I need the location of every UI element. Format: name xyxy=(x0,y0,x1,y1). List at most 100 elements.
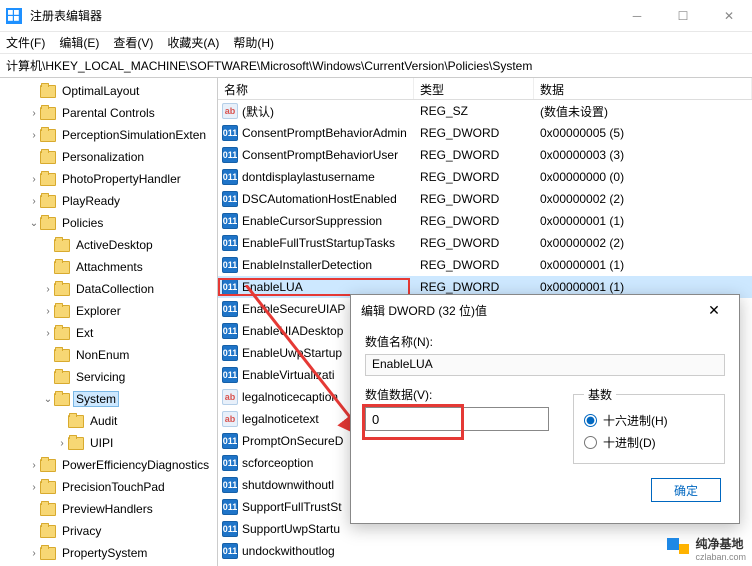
tree-item[interactable]: Servicing xyxy=(0,366,217,388)
value-row[interactable]: 011ConsentPromptBehaviorAdminREG_DWORD0x… xyxy=(218,122,752,144)
tree-item[interactable]: ⌄ Policies xyxy=(0,212,217,234)
tree-item-label: OptimalLayout xyxy=(60,84,141,98)
tree-item[interactable]: ›PlayReady xyxy=(0,190,217,212)
chevron-icon[interactable]: › xyxy=(42,306,54,317)
chevron-icon[interactable]: › xyxy=(28,174,40,185)
value-row[interactable]: 011EnableCursorSuppressionREG_DWORD0x000… xyxy=(218,210,752,232)
tree-item[interactable]: ›Ext xyxy=(0,322,217,344)
tree-item[interactable]: Audit xyxy=(0,410,217,432)
chevron-icon[interactable]: › xyxy=(42,284,54,295)
tree-item[interactable]: ActiveDesktop xyxy=(0,234,217,256)
value-name: (默认) xyxy=(242,103,274,120)
value-name: EnableCursorSuppression xyxy=(242,214,382,228)
close-button[interactable]: ✕ xyxy=(706,0,752,32)
value-data-input[interactable] xyxy=(365,407,549,431)
string-value-icon: ab xyxy=(222,103,238,119)
folder-icon xyxy=(54,261,70,274)
tree-item[interactable]: › Explorer xyxy=(0,300,217,322)
tree-item[interactable]: ›PhotoPropertyHandler xyxy=(0,168,217,190)
tree-item[interactable]: › PowerEfficiencyDiagnostics xyxy=(0,454,217,476)
chevron-icon[interactable]: › xyxy=(28,548,40,559)
tree-item-label: System xyxy=(74,392,118,406)
chevron-icon[interactable]: › xyxy=(42,328,54,339)
chevron-icon[interactable]: ⌄ xyxy=(28,218,40,229)
folder-icon xyxy=(40,481,56,494)
value-name: legalnoticecaption xyxy=(242,390,338,404)
tree-item[interactable]: ›PropertySystem xyxy=(0,542,217,564)
value-row[interactable]: 011EnableFullTrustStartupTasksREG_DWORD0… xyxy=(218,232,752,254)
tree-item[interactable]: ›PrecisionTouchPad xyxy=(0,476,217,498)
maximize-button[interactable]: ☐ xyxy=(660,0,706,32)
chevron-icon[interactable]: › xyxy=(56,438,68,449)
tree-item-label: Policies xyxy=(60,216,105,230)
dialog-close-button[interactable]: ✕ xyxy=(699,295,729,325)
minimize-button[interactable]: ─ xyxy=(614,0,660,32)
tree-item[interactable]: Personalization xyxy=(0,146,217,168)
binary-value-icon: 011 xyxy=(222,499,238,515)
tree-item-label: NonEnum xyxy=(74,348,131,362)
ok-button[interactable]: 确定 xyxy=(651,478,721,502)
chevron-icon[interactable]: › xyxy=(28,196,40,207)
tree-item[interactable]: ›Parental Controls xyxy=(0,102,217,124)
col-data-header[interactable]: 数据 xyxy=(534,78,752,99)
folder-icon xyxy=(54,371,70,384)
tree-item[interactable]: ⌄ System xyxy=(0,388,217,410)
chevron-icon[interactable]: › xyxy=(28,108,40,119)
edit-dword-dialog: 编辑 DWORD (32 位)值 ✕ 数值名称(N): EnableLUA 数值… xyxy=(350,294,740,524)
binary-value-icon: 011 xyxy=(222,345,238,361)
value-row[interactable]: 011DSCAutomationHostEnabledREG_DWORD0x00… xyxy=(218,188,752,210)
tree-item-label: ActiveDesktop xyxy=(74,238,155,252)
value-row[interactable]: 011ConsentPromptBehaviorUserREG_DWORD0x0… xyxy=(218,144,752,166)
tree-item[interactable]: Attachments xyxy=(0,256,217,278)
folder-icon xyxy=(40,85,56,98)
watermark-sub: czlaban.com xyxy=(695,552,746,562)
watermark: 纯净基地 czlaban.com xyxy=(667,535,746,562)
tree-item-label: Explorer xyxy=(74,304,123,318)
folder-icon xyxy=(40,129,56,142)
chevron-icon[interactable]: › xyxy=(28,482,40,493)
menu-view[interactable]: 查看(V) xyxy=(113,34,153,51)
folder-icon xyxy=(40,217,56,230)
binary-value-icon: 011 xyxy=(222,191,238,207)
value-type: REG_DWORD xyxy=(414,280,534,294)
radio-dec[interactable]: 十进制(D) xyxy=(584,431,714,453)
address-bar[interactable]: 计算机\HKEY_LOCAL_MACHINE\SOFTWARE\Microsof… xyxy=(0,54,752,78)
tree-item[interactable]: Privacy xyxy=(0,520,217,542)
col-name-header[interactable]: 名称 xyxy=(218,78,414,99)
chevron-icon[interactable]: › xyxy=(28,130,40,141)
tree-panel[interactable]: OptimalLayout ›Parental Controls›Percepti… xyxy=(0,78,218,566)
binary-value-icon: 011 xyxy=(222,213,238,229)
folder-icon xyxy=(54,349,70,362)
tree-item[interactable]: NonEnum xyxy=(0,344,217,366)
binary-value-icon: 011 xyxy=(222,301,238,317)
tree-item[interactable]: ›UIPI xyxy=(0,432,217,454)
value-name: DSCAutomationHostEnabled xyxy=(242,192,397,206)
menu-favorites[interactable]: 收藏夹(A) xyxy=(167,34,219,51)
chevron-icon[interactable]: › xyxy=(28,460,40,471)
menu-file[interactable]: 文件(F) xyxy=(6,34,45,51)
folder-icon xyxy=(40,173,56,186)
tree-item[interactable]: ›DataCollection xyxy=(0,278,217,300)
tree-item-label: Privacy xyxy=(60,524,103,538)
value-row[interactable]: 011dontdisplaylastusernameREG_DWORD0x000… xyxy=(218,166,752,188)
tree-item[interactable]: OptimalLayout xyxy=(0,80,217,102)
value-type: REG_SZ xyxy=(414,104,534,118)
col-type-header[interactable]: 类型 xyxy=(414,78,534,99)
binary-value-icon: 011 xyxy=(222,455,238,471)
value-type: REG_DWORD xyxy=(414,192,534,206)
value-name: ConsentPromptBehaviorUser xyxy=(242,148,398,162)
folder-icon xyxy=(54,327,70,340)
binary-value-icon: 011 xyxy=(222,279,238,295)
value-row[interactable]: ab(默认)REG_SZ(数值未设置) xyxy=(218,100,752,122)
tree-item[interactable]: PreviewHandlers xyxy=(0,498,217,520)
dialog-title: 编辑 DWORD (32 位)值 xyxy=(361,302,487,319)
value-row[interactable]: 011EnableInstallerDetectionREG_DWORD0x00… xyxy=(218,254,752,276)
value-name: undockwithoutlog xyxy=(242,544,335,558)
menu-help[interactable]: 帮助(H) xyxy=(233,34,274,51)
tree-item-label: PowerEfficiencyDiagnostics xyxy=(60,458,211,472)
value-data: 0x00000000 (0) xyxy=(534,170,752,184)
menu-edit[interactable]: 编辑(E) xyxy=(59,34,99,51)
chevron-icon[interactable]: ⌄ xyxy=(42,394,54,405)
tree-item[interactable]: ›PerceptionSimulationExten xyxy=(0,124,217,146)
radio-hex[interactable]: 十六进制(H) xyxy=(584,409,714,431)
